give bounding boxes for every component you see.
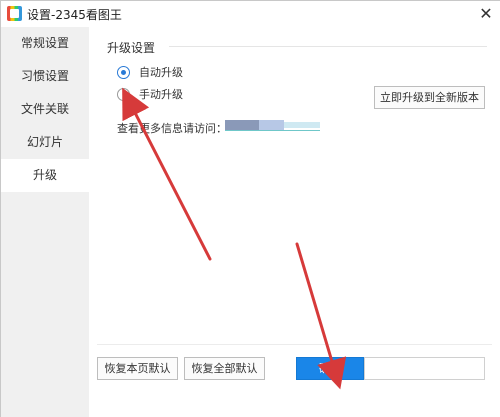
sidebar-item-habits[interactable]: 习惯设置 [1, 60, 89, 93]
auto-upgrade-option[interactable]: 自动升级 [117, 64, 183, 80]
info-link-redacted[interactable] [225, 120, 320, 132]
manual-upgrade-radio[interactable] [117, 87, 130, 101]
sidebar-item-label: 文件关联 [20, 102, 69, 116]
sidebar-item-upgrade[interactable]: 升级 [1, 159, 89, 192]
title-bar: 设置-2345看图王 ✕ [1, 1, 500, 27]
sidebar-item-general[interactable]: 常规设置 [1, 27, 89, 60]
auto-upgrade-label: 自动升级 [139, 66, 183, 79]
footer-divider [97, 344, 492, 345]
sidebar-item-label: 常规设置 [20, 36, 69, 50]
reset-all-defaults-button[interactable]: 恢复全部默认 [184, 357, 265, 380]
reset-page-defaults-button[interactable]: 恢复本页默认 [97, 357, 178, 380]
app-logo-icon [7, 6, 22, 21]
settings-window: 设置-2345看图王 ✕ 常规设置 习惯设置 文件关联 幻灯片 升级 升级设置 … [0, 0, 500, 417]
sidebar-item-label: 升级 [32, 168, 57, 182]
upgrade-now-button[interactable]: 立即升级到全新版本 [374, 86, 485, 109]
auto-upgrade-radio[interactable] [117, 65, 130, 79]
sidebar-item-file-association[interactable]: 文件关联 [1, 93, 89, 126]
manual-upgrade-option[interactable]: 手动升级 [117, 86, 183, 102]
ok-button[interactable]: 确定 [296, 357, 364, 380]
sidebar-item-slideshow[interactable]: 幻灯片 [1, 126, 89, 159]
close-icon[interactable]: ✕ [475, 3, 497, 25]
sidebar-item-label: 习惯设置 [20, 69, 69, 83]
cancel-button[interactable] [364, 357, 485, 380]
settings-sidebar: 常规设置 习惯设置 文件关联 幻灯片 升级 [1, 27, 89, 417]
section-title: 升级设置 [107, 41, 156, 55]
window-title: 设置-2345看图王 [27, 8, 122, 22]
info-label: 查看更多信息请访问： [117, 122, 227, 135]
section-divider [169, 46, 487, 47]
manual-upgrade-label: 手动升级 [139, 88, 183, 101]
sidebar-item-label: 幻灯片 [26, 135, 63, 149]
